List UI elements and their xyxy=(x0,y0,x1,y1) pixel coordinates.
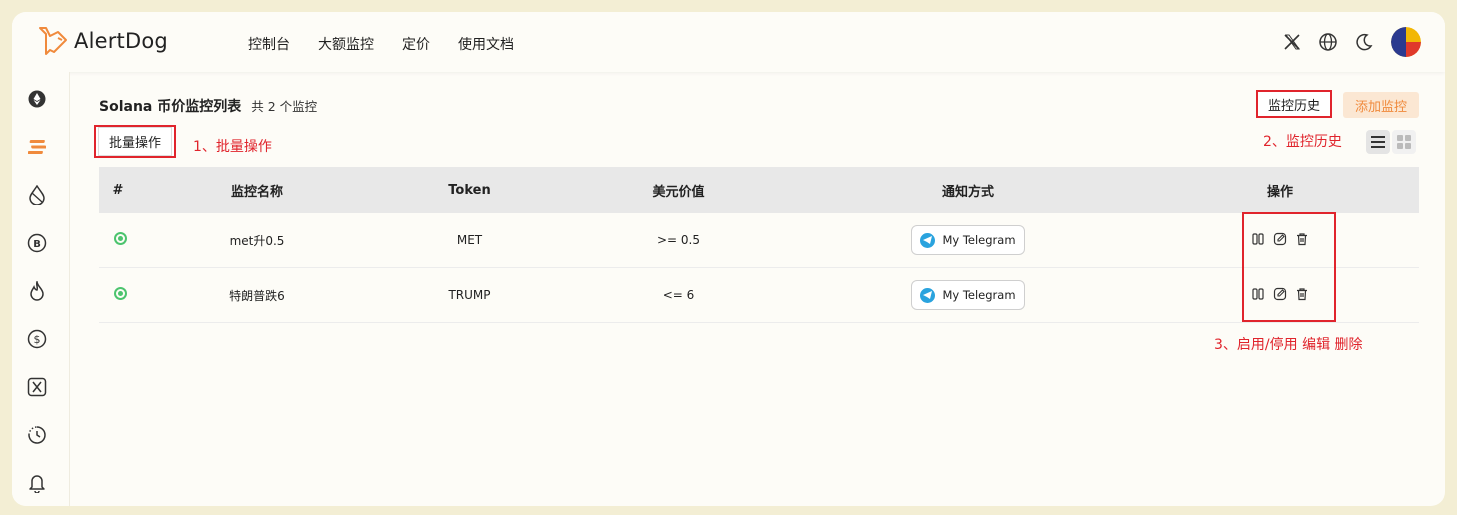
col-name: 监控名称 xyxy=(230,184,283,200)
edit-icon[interactable] xyxy=(1272,231,1288,247)
avatar[interactable] xyxy=(1391,27,1421,57)
notify-cell: My Telegram xyxy=(795,280,1141,310)
status-cell xyxy=(99,232,137,248)
usd-value: >= 0.5 xyxy=(656,233,700,247)
list-view-icon[interactable] xyxy=(1366,130,1390,154)
actions-cell xyxy=(1141,231,1419,249)
drop-icon[interactable] xyxy=(26,184,48,206)
actions-cell xyxy=(1141,286,1419,304)
token: TRUMP xyxy=(448,288,491,302)
col-actions: 操作 xyxy=(1266,184,1293,200)
monitor-history-button[interactable]: 监控历史 xyxy=(1256,90,1332,118)
x-logo-icon[interactable] xyxy=(1281,31,1303,53)
grid-view-icon[interactable] xyxy=(1392,130,1416,154)
telegram-icon xyxy=(920,232,936,248)
col-index: # xyxy=(112,182,124,198)
table-row: met升0.5 MET >= 0.5 My Telegram xyxy=(99,213,1419,268)
x-box-icon[interactable] xyxy=(26,376,48,398)
telegram-icon xyxy=(920,287,936,303)
monitor-name: 特朗普跌6 xyxy=(229,288,285,303)
nav-dashboard[interactable]: 控制台 xyxy=(248,34,290,54)
app-window: AlertDog 控制台 大额监控 定价 使用文档 B $ Solana 币价监… xyxy=(12,12,1445,506)
batch-operation-highlight: 批量操作 xyxy=(94,125,176,158)
nav-docs[interactable]: 使用文档 xyxy=(458,34,514,54)
telegram-badge[interactable]: My Telegram xyxy=(911,280,1025,310)
globe-icon[interactable] xyxy=(1317,31,1339,53)
pause-icon[interactable] xyxy=(1250,286,1266,302)
history-clock-icon[interactable] xyxy=(26,424,48,446)
bitcoin-icon[interactable]: B xyxy=(26,232,48,254)
nav-pricing[interactable]: 定价 xyxy=(402,34,430,54)
nav-large-monitor[interactable]: 大额监控 xyxy=(318,34,374,54)
add-monitor-button[interactable]: 添加监控 xyxy=(1343,92,1419,118)
table-header: # 监控名称 Token 美元价值 通知方式 操作 xyxy=(99,167,1419,213)
col-notify: 通知方式 xyxy=(941,184,994,200)
monitor-name: met升0.5 xyxy=(229,233,285,248)
col-token: Token xyxy=(448,182,491,198)
top-navbar: AlertDog 控制台 大额监控 定价 使用文档 xyxy=(12,12,1445,72)
page-header: Solana 币价监控列表 共 2 个监控 xyxy=(99,96,317,116)
solana-icon[interactable] xyxy=(26,136,48,158)
chain-sidebar: B $ xyxy=(12,72,70,506)
table-row: 特朗普跌6 TRUMP <= 6 My Telegram xyxy=(99,268,1419,323)
status-active-icon xyxy=(113,232,127,245)
svg-text:$: $ xyxy=(34,333,41,346)
view-toggle xyxy=(1366,130,1416,154)
fire-icon[interactable] xyxy=(26,280,48,302)
bell-icon[interactable] xyxy=(26,472,48,494)
telegram-label: My Telegram xyxy=(942,233,1016,247)
batch-operation-button[interactable]: 批量操作 xyxy=(97,127,172,156)
monitor-count: 共 2 个监控 xyxy=(251,99,318,114)
usd-value: <= 6 xyxy=(662,288,695,302)
token: MET xyxy=(456,233,483,247)
delete-icon[interactable] xyxy=(1294,231,1310,247)
notify-cell: My Telegram xyxy=(795,225,1141,255)
page-title: Solana 币价监控列表 xyxy=(99,99,242,115)
pause-icon[interactable] xyxy=(1250,231,1266,247)
status-cell xyxy=(99,287,137,303)
app-name: AlertDog xyxy=(74,29,168,53)
moon-icon[interactable] xyxy=(1353,31,1375,53)
dog-logo-icon xyxy=(39,27,67,55)
header-actions xyxy=(1267,27,1421,57)
ethereum-icon[interactable] xyxy=(26,88,48,110)
svg-text:B: B xyxy=(33,239,41,250)
annotation-actions: 3、启用/停用 编辑 删除 xyxy=(1214,337,1363,353)
annotation-batch: 1、批量操作 xyxy=(193,139,272,155)
telegram-label: My Telegram xyxy=(942,288,1016,302)
dollar-coin-icon[interactable]: $ xyxy=(26,328,48,350)
edit-icon[interactable] xyxy=(1272,286,1288,302)
monitor-table: # 监控名称 Token 美元价值 通知方式 操作 met升0.5 MET >=… xyxy=(99,167,1419,323)
col-usd-value: 美元价值 xyxy=(652,184,705,200)
telegram-badge[interactable]: My Telegram xyxy=(911,225,1025,255)
status-active-icon xyxy=(113,287,127,300)
annotation-history: 2、监控历史 xyxy=(1263,134,1342,150)
delete-icon[interactable] xyxy=(1294,286,1310,302)
logo[interactable]: AlertDog xyxy=(36,24,168,58)
main-nav: 控制台 大额监控 定价 使用文档 xyxy=(248,34,542,54)
